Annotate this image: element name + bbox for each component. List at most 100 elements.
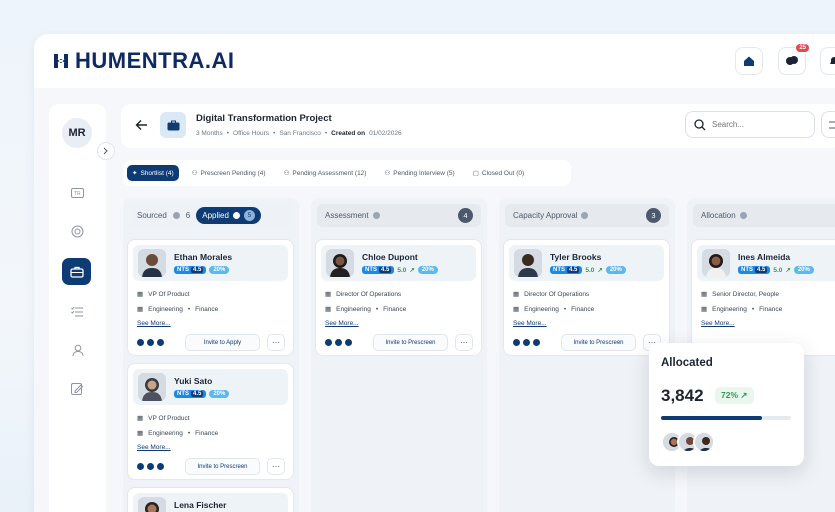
job-title-row: ▦ Senior Director, People [701, 290, 779, 299]
column-header: Sourced 6 Applied 5 [129, 204, 293, 227]
search-box[interactable] [685, 111, 815, 138]
more-options-button[interactable]: ⋯ [455, 334, 473, 351]
more-options-button[interactable]: ⋯ [267, 458, 285, 475]
sidebar: MR TR [49, 104, 106, 512]
nts-label: NTS [177, 267, 189, 273]
column-count: 3 [646, 208, 661, 223]
chat-icon[interactable] [147, 339, 154, 346]
card-header: Tyler Brooks NTS 4.5 5.0 ↗ 20% [509, 245, 664, 281]
document-icon[interactable] [157, 463, 164, 470]
search-input[interactable] [712, 120, 792, 129]
info-icon [739, 212, 747, 219]
sidebar-collapse-button[interactable] [97, 142, 115, 160]
messages-button[interactable]: 25 [778, 44, 809, 75]
applied-count: 5 [243, 210, 255, 221]
org-icon: ▦ [137, 430, 144, 437]
tab-pending-assessment[interactable]: ⚇ Pending Assessment (12) [279, 165, 372, 181]
phone-icon[interactable] [137, 339, 144, 346]
project-duration: 3 Months [196, 130, 223, 137]
bell-icon [830, 57, 835, 64]
sparkle-icon: ✦ [132, 170, 138, 177]
more-options-button[interactable]: ⋯ [267, 334, 285, 351]
briefcase-icon [69, 266, 84, 278]
stat-value: 3,842 [661, 386, 704, 405]
see-more-link[interactable]: See More... [325, 320, 359, 327]
see-more-link[interactable]: See More... [137, 444, 171, 451]
candidate-card[interactable]: Tyler Brooks NTS 4.5 5.0 ↗ 20% ▦ Director O… [503, 239, 670, 356]
edit-note-icon[interactable] [69, 381, 86, 398]
applied-toggle[interactable]: Applied 5 [196, 207, 261, 224]
logo[interactable]: HUMENTRA.AI [53, 48, 235, 74]
invite-button[interactable]: Invite to Prescreen [561, 334, 636, 351]
nts-badge: NTS 4.5 [174, 390, 207, 398]
job-title: Senior Director, People [712, 290, 779, 298]
phone-icon[interactable] [325, 339, 332, 346]
building-icon: ▦ [137, 291, 144, 298]
checklist-icon[interactable] [69, 303, 86, 320]
home-icon [744, 56, 754, 66]
candidate-photo [514, 249, 542, 277]
contact-actions [325, 339, 352, 346]
created-label: Created on [331, 130, 366, 137]
home-button[interactable] [735, 47, 763, 75]
see-more-link[interactable]: See More... [701, 320, 735, 327]
phone-icon[interactable] [137, 463, 144, 470]
user-icon[interactable] [69, 342, 86, 359]
invite-button[interactable]: Invite to Apply [185, 334, 260, 351]
project-title: Digital Transformation Project [196, 113, 332, 124]
see-more-link[interactable]: See More... [513, 320, 547, 327]
department-row: ▦ Engineering • Finance [701, 305, 783, 314]
card-header: Chloe Dupont NTS 4.5 5.0 ↗ 20% [321, 245, 476, 281]
column-shortlist: Sourced 6 Applied 5 Ethan Morales NTS 4.5 … [123, 198, 299, 512]
back-arrow-icon[interactable] [135, 119, 148, 131]
candidate-card[interactable]: Ines Almeida NTS 4.5 5.0 ↗ 20% ▦ Senior Dir… [691, 239, 835, 356]
job-title-row: ▦ Director Of Operations [513, 290, 589, 299]
id-card-icon[interactable]: TR [69, 184, 86, 201]
tab-pending-interview[interactable]: ⚇ Pending Interview (5) [379, 165, 459, 181]
invite-button[interactable]: Invite to Prescreen [185, 458, 260, 475]
chat-icon[interactable] [523, 339, 530, 346]
department-2: Finance [195, 429, 219, 437]
briefcase-nav-active[interactable] [62, 258, 91, 285]
candidate-scores: NTS 4.5 5.0 ↗ 20% [362, 266, 438, 274]
project-header: Digital Transformation Project 3 Months •… [121, 104, 835, 148]
logo-text: HUMENTRA.AI [75, 48, 235, 73]
column-title: Assessment [325, 211, 369, 220]
spiral-icon[interactable] [69, 223, 86, 240]
candidate-card[interactable]: Lena Fischer [127, 487, 294, 512]
document-icon[interactable] [533, 339, 540, 346]
project-work-mode: Office Hours [233, 130, 270, 137]
invite-button[interactable]: Invite to Prescreen [373, 334, 448, 351]
user-avatar[interactable]: MR [62, 118, 92, 148]
sourced-applied-toggle[interactable]: Sourced 6 Applied 5 [137, 207, 261, 224]
tab-label: Pending Interview (5) [393, 169, 455, 177]
candidate-name: Yuki Sato [174, 376, 213, 386]
tab-closed-out[interactable]: ▢ Closed Out (0) [468, 165, 529, 181]
sourced-label[interactable]: Sourced [137, 211, 167, 220]
nts-label: NTS [741, 267, 753, 273]
candidate-card[interactable]: Chloe Dupont NTS 4.5 5.0 ↗ 20% ▦ Director O… [315, 239, 482, 356]
candidate-photo [702, 249, 730, 277]
notifications-button[interactable] [820, 47, 835, 75]
candidate-name: Chloe Dupont [362, 252, 418, 262]
match-percent: 20% [417, 266, 438, 274]
tab-shortlist[interactable]: ✦ Shortlist (4) [127, 165, 179, 181]
document-icon[interactable] [157, 339, 164, 346]
search-icon [694, 118, 706, 130]
candidate-card[interactable]: Ethan Morales NTS 4.5 20% ▦ VP Of Product … [127, 239, 294, 356]
org-icon: ▦ [137, 306, 144, 313]
nts-score: 4.5 [755, 267, 768, 273]
chat-icon[interactable] [335, 339, 342, 346]
document-icon[interactable] [345, 339, 352, 346]
chat-icon[interactable] [147, 463, 154, 470]
see-more-link[interactable]: See More... [137, 320, 171, 327]
phone-icon[interactable] [513, 339, 520, 346]
tab-prescreen-pending[interactable]: ⚇ Prescreen Pending (4) [187, 165, 271, 181]
nts-label: NTS [553, 267, 565, 273]
filter-button[interactable] [821, 111, 835, 138]
department-2: Finance [759, 305, 783, 313]
candidate-scores: NTS 4.5 5.0 ↗ 20% [738, 266, 814, 274]
stat-change-badge: 72% ↗ [715, 387, 754, 404]
candidate-card[interactable]: Yuki Sato NTS 4.5 20% ▦ VP Of Product ▦ Eng… [127, 363, 294, 480]
sparkle-icon: ↗ [597, 267, 603, 274]
